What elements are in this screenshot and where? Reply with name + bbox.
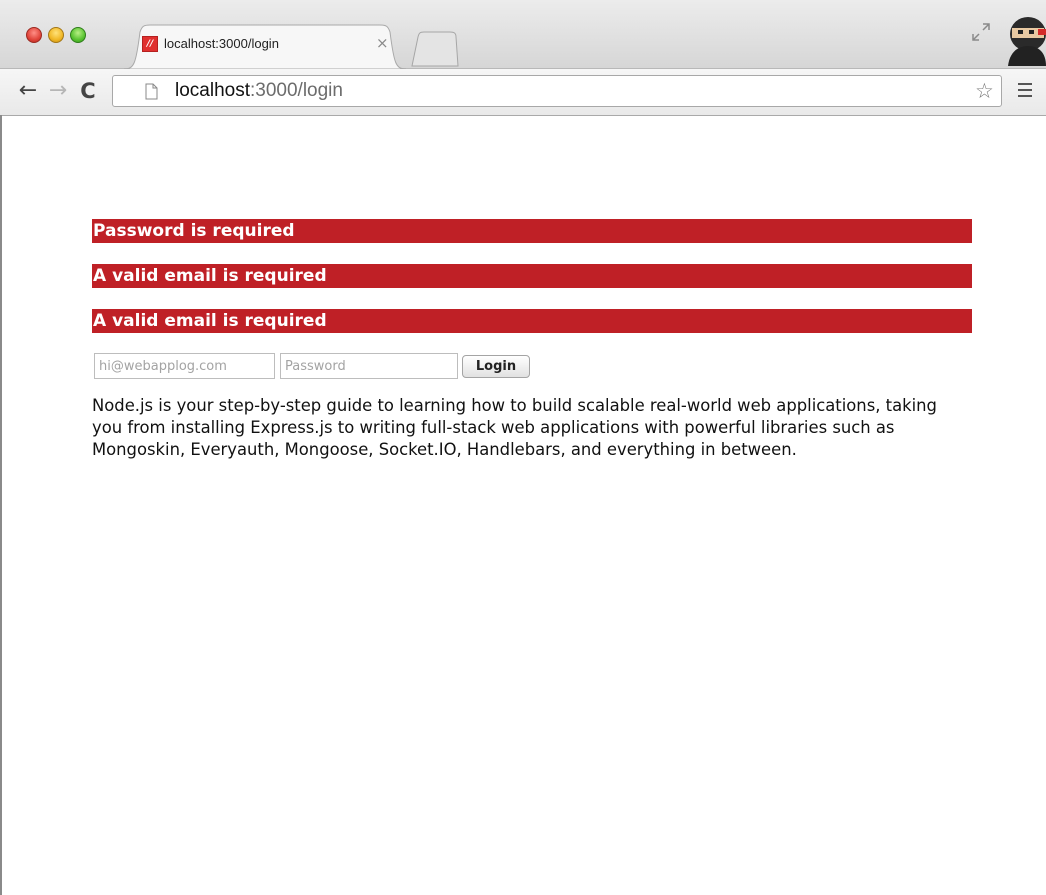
- browser-tab-active[interactable]: // localhost:3000/login ×: [124, 24, 406, 69]
- browser-toolbar: ← → C localhost:3000/login ☆: [0, 69, 1046, 116]
- forward-arrow-icon[interactable]: →: [46, 77, 70, 105]
- bookmark-star-icon[interactable]: ☆: [975, 79, 994, 103]
- new-tab-button[interactable]: [410, 31, 460, 67]
- url-host: localhost: [175, 80, 250, 101]
- error-message: Password is required: [92, 219, 972, 243]
- close-window-button[interactable]: [26, 27, 42, 43]
- address-bar[interactable]: localhost:3000/login ☆: [112, 75, 1002, 107]
- error-message: A valid email is required: [92, 309, 972, 333]
- reload-icon[interactable]: C: [76, 77, 100, 105]
- page-content: Password is required A valid email is re…: [92, 219, 972, 477]
- password-field[interactable]: [280, 353, 458, 379]
- window-frame-edge: [0, 115, 2, 895]
- login-button[interactable]: Login: [462, 355, 530, 378]
- menu-hamburger-icon[interactable]: [1018, 83, 1032, 99]
- tab-title: localhost:3000/login: [164, 36, 279, 51]
- error-message: A valid email is required: [92, 264, 972, 288]
- fullscreen-toggle-icon[interactable]: [971, 22, 991, 42]
- zoom-window-button[interactable]: [70, 27, 86, 43]
- description-text: Node.js is your step-by-step guide to le…: [92, 396, 937, 459]
- page-icon: [145, 83, 158, 100]
- browser-titlebar: // localhost:3000/login ×: [0, 0, 1046, 69]
- tab-close-icon[interactable]: ×: [376, 34, 389, 52]
- profile-avatar-icon[interactable]: [1002, 10, 1046, 66]
- back-arrow-icon[interactable]: ←: [16, 77, 40, 105]
- url-path: :3000/login: [250, 80, 343, 101]
- tab-favicon-icon: //: [142, 36, 158, 52]
- login-form: Login: [92, 353, 972, 381]
- email-field[interactable]: [94, 353, 275, 379]
- url-text: localhost:3000/login: [175, 79, 343, 103]
- minimize-window-button[interactable]: [48, 27, 64, 43]
